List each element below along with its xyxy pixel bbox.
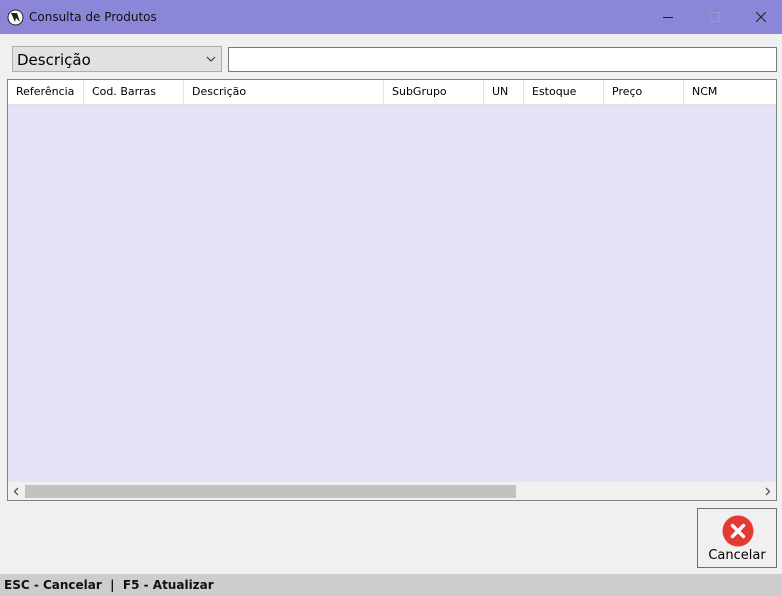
column-header-ncm[interactable]: NCM: [684, 80, 776, 104]
grid-header: Referência Cod. Barras Descrição SubGrup…: [8, 80, 776, 105]
column-header-un[interactable]: UN: [484, 80, 524, 104]
column-header-preco[interactable]: Preço: [604, 80, 684, 104]
minimize-button[interactable]: [645, 0, 691, 34]
maximize-button[interactable]: [692, 0, 738, 34]
scrollbar-thumb[interactable]: [25, 485, 516, 498]
scroll-left-button[interactable]: [8, 483, 25, 500]
cancel-x-icon: [722, 515, 754, 547]
title-bar[interactable]: Consulta de Produtos: [0, 0, 782, 34]
search-input[interactable]: [228, 47, 777, 72]
grid-body[interactable]: [8, 105, 776, 484]
horizontal-scrollbar[interactable]: [8, 482, 776, 500]
filter-field-select[interactable]: Descrição: [12, 46, 222, 72]
chevron-down-icon: [206, 56, 216, 62]
scroll-right-button[interactable]: [759, 483, 776, 500]
column-header-estoque[interactable]: Estoque: [524, 80, 604, 104]
cancel-button[interactable]: Cancelar: [697, 508, 777, 568]
maximize-icon: [710, 12, 720, 22]
chevron-right-icon: [765, 487, 771, 496]
column-header-descricao[interactable]: Descrição: [184, 80, 384, 104]
status-shortcuts-text: ESC - Cancelar | F5 - Atualizar: [4, 578, 214, 592]
column-header-cod-barras[interactable]: Cod. Barras: [84, 80, 184, 104]
filter-field-value: Descrição: [17, 51, 91, 69]
close-icon: [756, 12, 766, 22]
window-title: Consulta de Produtos: [29, 10, 157, 24]
products-grid[interactable]: Referência Cod. Barras Descrição SubGrup…: [7, 79, 777, 501]
chevron-left-icon: [13, 487, 19, 496]
status-bar: ESC - Cancelar | F5 - Atualizar: [0, 574, 782, 596]
column-header-referencia[interactable]: Referência: [8, 80, 84, 104]
app-logo-icon: [7, 9, 24, 26]
close-button[interactable]: [738, 0, 782, 34]
column-header-subgrupo[interactable]: SubGrupo: [384, 80, 484, 104]
cancel-button-label: Cancelar: [708, 548, 766, 563]
minimize-icon: [663, 17, 673, 18]
